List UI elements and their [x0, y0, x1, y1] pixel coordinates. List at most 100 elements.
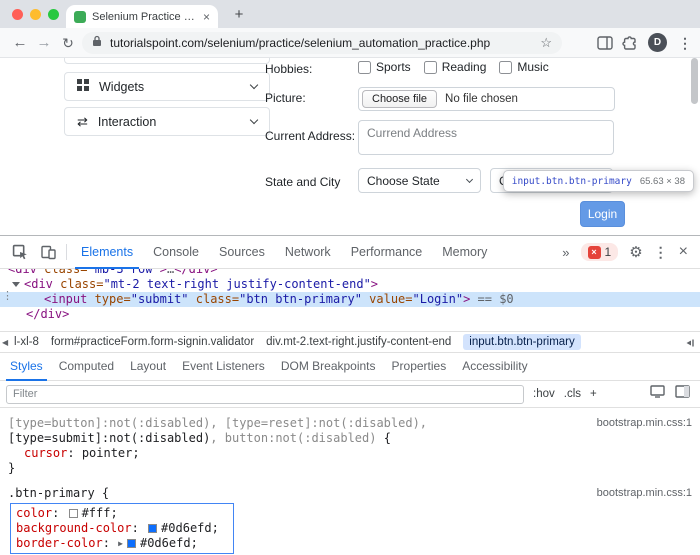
state-select[interactable]: Choose State	[358, 168, 481, 193]
css-property-background-color[interactable]: background-color: #0d6efd;	[16, 521, 228, 536]
page-scrollbar[interactable]	[691, 58, 698, 104]
styles-tab-bar: Styles Computed Layout Event Listeners D…	[0, 353, 700, 381]
tab-computed[interactable]: Computed	[51, 353, 122, 381]
window-zoom-button[interactable]	[48, 9, 59, 20]
error-badge[interactable]: × 1	[581, 243, 619, 261]
picture-label: Picture:	[265, 91, 306, 105]
color-swatch[interactable]	[148, 524, 157, 533]
css-property-cursor[interactable]: cursor: pointer;	[8, 446, 692, 461]
reading-checkbox[interactable]	[424, 61, 437, 74]
music-label: Music	[517, 60, 548, 74]
css-property-color[interactable]: color: #fff;	[16, 506, 228, 521]
filter-input[interactable]	[6, 385, 524, 404]
property-name: cursor	[24, 446, 67, 460]
browser-menu-icon[interactable]: ⋮	[678, 28, 692, 58]
accordion-item-widgets[interactable]: Widgets	[64, 72, 270, 101]
breadcrumb-item[interactable]: form#practiceForm.form-signin.validator	[51, 336, 254, 348]
dom-node-div-open[interactable]: <div class="mt-2 text-right justify-cont…	[0, 277, 700, 292]
code-token: [type=button]:not(:disabled), [type=rese…	[8, 416, 427, 430]
window-titlebar: Selenium Practice - Student × +	[0, 0, 700, 28]
dollar-zero-marker: == $0	[470, 292, 513, 306]
sports-checkbox[interactable]	[358, 61, 371, 74]
computed-sidebar-toggle-icon[interactable]	[675, 385, 690, 403]
selector-line[interactable]: [type=button]:not(:disabled), [type=rese…	[8, 416, 692, 431]
login-button[interactable]: Login	[580, 201, 625, 227]
tab-close-icon[interactable]: ×	[203, 10, 210, 24]
extensions-puzzle-icon[interactable]	[620, 34, 638, 52]
tab-network[interactable]: Network	[275, 236, 341, 269]
expand-triangle-icon[interactable]: ▶	[118, 536, 123, 551]
property-name: background-color	[16, 521, 132, 535]
tab-dom-breakpoints[interactable]: DOM Breakpoints	[273, 353, 384, 381]
inspect-element-icon[interactable]	[6, 239, 34, 265]
stylesheet-link[interactable]: bootstrap.min.css:1	[597, 417, 692, 429]
reload-button[interactable]: ↻	[58, 28, 78, 58]
code-token: >	[371, 277, 378, 291]
class-toggle[interactable]: .cls	[564, 388, 581, 400]
device-toolbar-icon[interactable]	[34, 239, 62, 265]
devtools-panel: Elements Console Sources Network Perform…	[0, 235, 700, 555]
css-property-border-color[interactable]: border-color: ▶#0d6efd;	[16, 536, 228, 551]
dom-node-partial[interactable]: <div class="mb-3 row">…</div>	[0, 269, 700, 277]
code-token: >	[160, 269, 167, 276]
selector-line[interactable]: [type=submit]:not(:disabled), button:not…	[8, 431, 692, 446]
expand-arrow-icon[interactable]	[12, 282, 20, 287]
tab-layout[interactable]: Layout	[122, 353, 174, 381]
accordion-item-partial[interactable]	[64, 58, 270, 64]
file-input[interactable]: Choose file No file chosen	[358, 87, 615, 111]
browser-toolbar: ← → ↻ tutorialspoint.com/selenium/practi…	[0, 28, 700, 58]
new-tab-button[interactable]: +	[230, 6, 248, 24]
property-name: color	[16, 506, 52, 520]
tab-accessibility[interactable]: Accessibility	[454, 353, 535, 381]
stylesheet-link[interactable]: bootstrap.min.css:1	[597, 487, 692, 499]
tab-sources[interactable]: Sources	[209, 236, 275, 269]
color-swatch[interactable]	[69, 509, 78, 518]
current-address-textarea[interactable]	[358, 120, 614, 155]
code-token: }	[8, 461, 15, 475]
bookmark-star-icon[interactable]: ☆	[540, 35, 552, 51]
breadcrumb-scroll-left-icon[interactable]: ◀	[2, 332, 8, 354]
chevron-down-icon	[466, 176, 473, 183]
selector-line[interactable]: .btn-primary {	[8, 486, 692, 501]
browser-tab[interactable]: Selenium Practice - Student ×	[66, 5, 218, 28]
devtools-close-icon[interactable]: ×	[679, 243, 688, 261]
profile-avatar[interactable]: D	[648, 33, 667, 52]
rendering-emulation-icon[interactable]	[650, 385, 665, 403]
settings-gear-icon[interactable]: ⚙	[629, 243, 642, 261]
forward-button[interactable]: →	[34, 28, 54, 58]
accordion-item-interaction[interactable]: ⇄ Interaction	[64, 107, 270, 136]
back-button[interactable]: ←	[10, 28, 30, 58]
property-value: pointer	[82, 446, 133, 460]
more-tabs-icon[interactable]: »	[562, 245, 569, 260]
code-token: , button:not(:disabled)	[210, 431, 383, 445]
tab-elements[interactable]: Elements	[71, 236, 143, 269]
code-token: :	[103, 536, 117, 550]
dom-node-div-close[interactable]: </div>	[0, 307, 700, 322]
breadcrumb-item-selected[interactable]: input.btn.btn-primary	[463, 334, 580, 350]
tab-console[interactable]: Console	[143, 236, 209, 269]
new-style-rule-button[interactable]: +	[590, 388, 597, 400]
lock-icon	[92, 34, 102, 52]
dom-node-input-selected[interactable]: <input type="submit" class="btn btn-prim…	[0, 292, 700, 307]
devtools-menu-icon[interactable]: ⋮	[654, 244, 668, 261]
tab-memory[interactable]: Memory	[432, 236, 497, 269]
breadcrumb-item[interactable]: div.mt-2.text-right.justify-content-end	[266, 336, 451, 348]
tab-properties[interactable]: Properties	[384, 353, 455, 381]
state-city-label: State and City	[265, 175, 340, 189]
swap-arrows-icon: ⇄	[77, 115, 88, 128]
color-swatch[interactable]	[127, 539, 136, 548]
pseudo-state-toggle[interactable]: :hov	[533, 388, 555, 400]
tab-event-listeners[interactable]: Event Listeners	[174, 353, 273, 381]
closing-brace: }	[8, 461, 692, 476]
tab-performance[interactable]: Performance	[341, 236, 433, 269]
address-bar[interactable]: tutorialspoint.com/selenium/practice/sel…	[82, 32, 562, 54]
window-minimize-button[interactable]	[30, 9, 41, 20]
code-token: type=	[87, 292, 130, 306]
choose-file-button[interactable]: Choose file	[362, 90, 437, 108]
tab-styles[interactable]: Styles	[2, 353, 51, 381]
music-checkbox[interactable]	[499, 61, 512, 74]
breadcrumb-scroll-end-icon[interactable]	[684, 337, 696, 352]
window-close-button[interactable]	[12, 9, 23, 20]
breadcrumb-item[interactable]: l-xl-8	[14, 336, 39, 348]
side-panel-icon[interactable]	[596, 34, 614, 52]
